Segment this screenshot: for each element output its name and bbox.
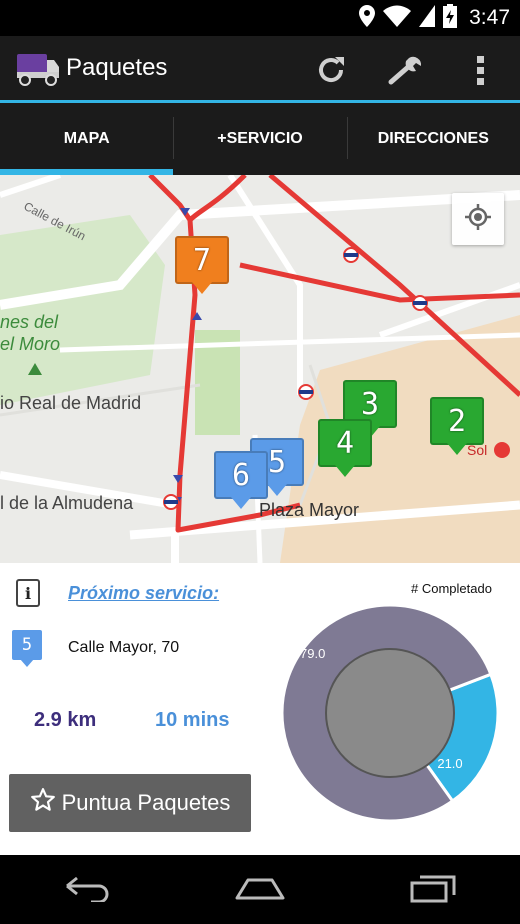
battery-charging-icon [443,4,458,32]
home-button[interactable] [220,860,300,920]
marker-pin-tip [231,497,251,509]
donut-slice-79-label: 79.0 [300,646,325,661]
marker-pin-tip [192,282,212,294]
marker-pin-tip [20,659,34,667]
more-vertical-icon [477,54,485,90]
refresh-icon [315,54,347,90]
marker-number: 7 [175,236,229,284]
map-label-palacio-real: io Real de Madrid [0,393,142,413]
my-location-button[interactable] [452,193,504,245]
next-service-duration: 10 mins [155,709,230,731]
signal-icon [419,5,436,31]
marker-pin-tip [267,484,287,496]
next-service-marker-number: 5 [12,630,42,660]
overflow-menu-button[interactable] [459,50,503,94]
info-icon: i [24,583,32,603]
map-marker-7[interactable]: 7 [175,236,229,294]
map-label-almudena: l de la Almudena [0,493,134,513]
service-panel: i Próximo servicio: 5 Calle Mayor, 70 2.… [0,563,520,855]
status-bar: 3:47 [0,0,520,36]
back-icon [63,874,111,906]
map-view[interactable]: Calle de Irún nes del el Moro io Real de… [0,175,520,563]
map-label-plaza-mayor: Plaza Mayor [259,500,360,520]
next-service-link[interactable]: Próximo servicio: [68,583,219,604]
donut-slice-21-label: 21.0 [437,756,462,771]
action-bar: Paquetes [0,36,520,103]
wrench-icon [387,54,425,90]
wifi-icon [383,5,412,31]
tab-mapa[interactable]: MAPA [0,103,174,175]
tab-direcciones[interactable]: DIRECCIONES [346,103,520,175]
crosshair-icon [464,203,492,235]
system-nav-bar [0,855,520,924]
tab-servicio[interactable]: +SERVICIO [173,103,346,175]
location-icon [359,5,376,31]
marker-pin-tip [447,443,467,455]
completion-donut-chart: 21.0 79.0 [280,603,500,823]
next-service-marker: 5 [12,630,42,670]
status-icons: 3:47 [359,4,510,32]
map-label-campo-moro: nes del el Moro [0,312,61,354]
recents-button[interactable] [393,860,473,920]
back-button[interactable] [47,860,127,920]
marker-number: 4 [318,419,372,467]
status-time: 3:47 [469,6,510,29]
map-marker-2[interactable]: 2 [430,397,484,455]
rate-app-label: Puntua Paquetes [61,790,231,815]
next-service-distance: 2.9 km [34,709,97,731]
marker-pin-tip [335,465,355,477]
map-marker-4[interactable]: 4 [318,419,372,477]
next-service-address: Calle Mayor, 70 [68,639,180,656]
marker-number: 6 [214,451,268,499]
donut-center [325,648,455,778]
rate-app-button[interactable]: Puntua Paquetes [9,774,251,832]
map-marker-6[interactable]: 6 [214,451,268,509]
truck-icon [16,52,60,86]
settings-button[interactable] [384,50,428,94]
refresh-button[interactable] [309,50,353,94]
app-title: Paquetes [66,54,168,81]
info-button[interactable]: i [16,579,40,607]
home-icon [234,875,286,905]
recents-icon [410,873,456,907]
star-outline-icon [30,787,56,819]
tab-bar: MAPA +SERVICIO DIRECCIONES [0,103,520,175]
marker-number: 2 [430,397,484,445]
